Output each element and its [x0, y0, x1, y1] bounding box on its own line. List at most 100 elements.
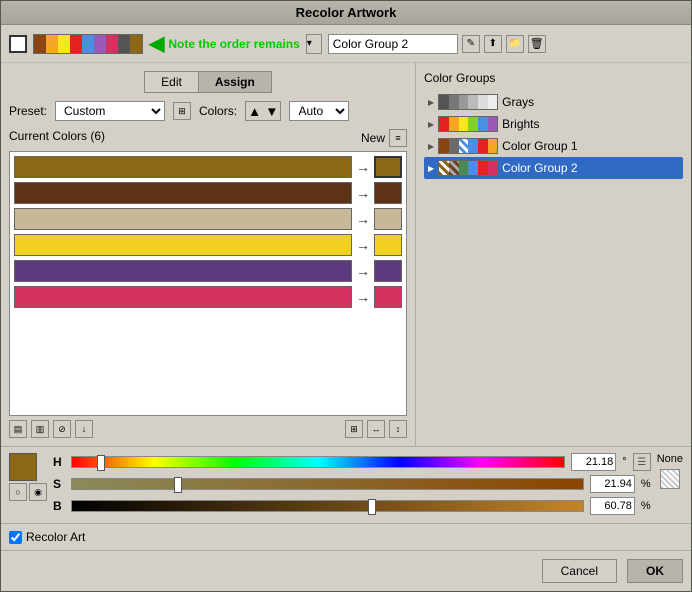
- small-swatch: [9, 35, 27, 53]
- table-row: →: [14, 208, 402, 230]
- list-item-brights[interactable]: ▶ Brights: [424, 113, 683, 135]
- grid-view-icon[interactable]: ⊞: [345, 420, 363, 438]
- s-unit: %: [641, 478, 651, 490]
- colors-down-btn[interactable]: ▼: [263, 104, 280, 119]
- recolor-icon-btn[interactable]: ✎: [462, 35, 480, 53]
- current-colors-header: Current Colors (6) New ≡: [9, 129, 407, 147]
- h-options-icon[interactable]: ☰: [633, 453, 651, 471]
- footer-buttons: Cancel OK: [1, 550, 691, 591]
- h-row: H ° ☰: [53, 453, 651, 471]
- new-label: New: [361, 131, 385, 145]
- h-slider-thumb[interactable]: [97, 455, 105, 471]
- delete-icon-btn[interactable]: 🗑: [528, 35, 546, 53]
- recolor-label: Recolor Art: [26, 530, 85, 544]
- arrow-icon-5: →: [356, 263, 370, 279]
- ok-button[interactable]: OK: [627, 559, 683, 583]
- add-row-icon[interactable]: ▤: [9, 420, 27, 438]
- color-bar-1[interactable]: [14, 156, 352, 178]
- recolor-checkbox-label[interactable]: Recolor Art: [9, 530, 85, 544]
- left-panel: Edit Assign Preset: Custom ⊞ Colors: ▲ ▼…: [1, 63, 416, 446]
- b-value-input[interactable]: [590, 497, 635, 515]
- b-unit: %: [641, 500, 651, 512]
- b-label: B: [53, 499, 65, 513]
- list-item-group1[interactable]: ▶ Color Group 1: [424, 135, 683, 157]
- table-row: →: [14, 260, 402, 282]
- s-label: S: [53, 477, 65, 491]
- color-bar-3[interactable]: [14, 208, 352, 230]
- h-value-input[interactable]: [571, 453, 616, 471]
- color-mode-icon[interactable]: ○: [9, 483, 27, 501]
- columns-icon[interactable]: ≡: [389, 129, 407, 147]
- expand-icon-grays: ▶: [428, 98, 434, 107]
- save-icon-btn[interactable]: ⬆: [484, 35, 502, 53]
- new-swatch-6[interactable]: [374, 286, 402, 308]
- bottom-section: ○ ◉ H ° ☰ S: [1, 446, 691, 591]
- colors-select[interactable]: Auto: [289, 101, 349, 121]
- title-bar: Recolor Artwork: [1, 1, 691, 25]
- row-view-icon[interactable]: ↔: [367, 420, 385, 438]
- list-item-grays[interactable]: ▶ Grays: [424, 91, 683, 113]
- green-arrow-icon: ◀: [149, 31, 164, 56]
- color-bar-4[interactable]: [14, 234, 352, 256]
- table-row: →: [14, 234, 402, 256]
- toolbar-dropdown-btn[interactable]: ▾: [306, 34, 322, 54]
- color-group-input[interactable]: [328, 34, 458, 54]
- add-color-icon[interactable]: ↓: [75, 420, 93, 438]
- arrow-icon-6: →: [356, 289, 370, 305]
- color-bar-2[interactable]: [14, 182, 352, 204]
- preset-select[interactable]: Custom: [55, 101, 165, 121]
- expand-icon-brights: ▶: [428, 120, 434, 129]
- table-row: →: [14, 156, 402, 178]
- current-colors-label: Current Colors (6): [9, 129, 105, 147]
- arrow-icon-4: →: [356, 237, 370, 253]
- eyedropper-icon[interactable]: ◉: [29, 483, 47, 501]
- cancel-button[interactable]: Cancel: [542, 559, 617, 583]
- swap-icon[interactable]: ↕: [389, 420, 407, 438]
- sliders-area: H ° ☰ S %: [53, 453, 651, 519]
- new-swatch-3[interactable]: [374, 208, 402, 230]
- b-slider-thumb[interactable]: [368, 499, 376, 515]
- s-slider-track[interactable]: [71, 478, 584, 490]
- arrow-icon-3: →: [356, 211, 370, 227]
- toolbar: ◀ Note the order remains ▾ ✎ ⬆ 📁 🗑: [1, 25, 691, 63]
- s-slider-thumb[interactable]: [174, 477, 182, 493]
- recolor-row: Recolor Art: [1, 523, 691, 550]
- tab-assign[interactable]: Assign: [198, 71, 272, 93]
- table-row: →: [14, 286, 402, 308]
- group-swatches-grays: [438, 94, 498, 110]
- color-groups-title: Color Groups: [424, 71, 683, 85]
- s-row: S %: [53, 475, 651, 493]
- group-name-grays: Grays: [502, 95, 679, 109]
- remove-row-icon[interactable]: ▥: [31, 420, 49, 438]
- folder-icon-btn[interactable]: 📁: [506, 35, 524, 53]
- b-slider-track[interactable]: [71, 500, 584, 512]
- preset-grid-icon[interactable]: ⊞: [173, 102, 191, 120]
- recolor-checkbox[interactable]: [9, 531, 22, 544]
- color-preview-box: [9, 453, 37, 481]
- arrow-icon-2: →: [356, 185, 370, 201]
- tab-edit[interactable]: Edit: [144, 71, 198, 93]
- color-bar-5[interactable]: [14, 260, 352, 282]
- new-swatch-5[interactable]: [374, 260, 402, 282]
- color-bar-6[interactable]: [14, 286, 352, 308]
- b-row: B %: [53, 497, 651, 515]
- note-area: ◀ Note the order remains: [149, 31, 300, 56]
- color-preview: ○ ◉: [9, 453, 47, 501]
- group-swatches-group2: [438, 160, 498, 176]
- group-name-group2: Color Group 2: [502, 161, 679, 175]
- right-panel: Color Groups ▶ Grays ▶: [416, 63, 691, 446]
- new-swatch-4[interactable]: [374, 234, 402, 256]
- new-swatch-2[interactable]: [374, 182, 402, 204]
- list-item-group2[interactable]: ▶ Color Group 2: [424, 157, 683, 179]
- h-slider-track[interactable]: [71, 456, 565, 468]
- group-swatches-group1: [438, 138, 498, 154]
- none-area: None: [657, 453, 683, 489]
- toolbar-swatches[interactable]: [33, 34, 143, 54]
- hsb-container: ○ ◉ H ° ☰ S: [1, 447, 691, 523]
- link-icon[interactable]: ⊘: [53, 420, 71, 438]
- new-swatch-1[interactable]: [374, 156, 402, 178]
- none-swatch[interactable]: [660, 469, 680, 489]
- s-value-input[interactable]: [590, 475, 635, 493]
- colors-up-btn[interactable]: ▲: [246, 104, 263, 119]
- h-unit: °: [622, 456, 626, 468]
